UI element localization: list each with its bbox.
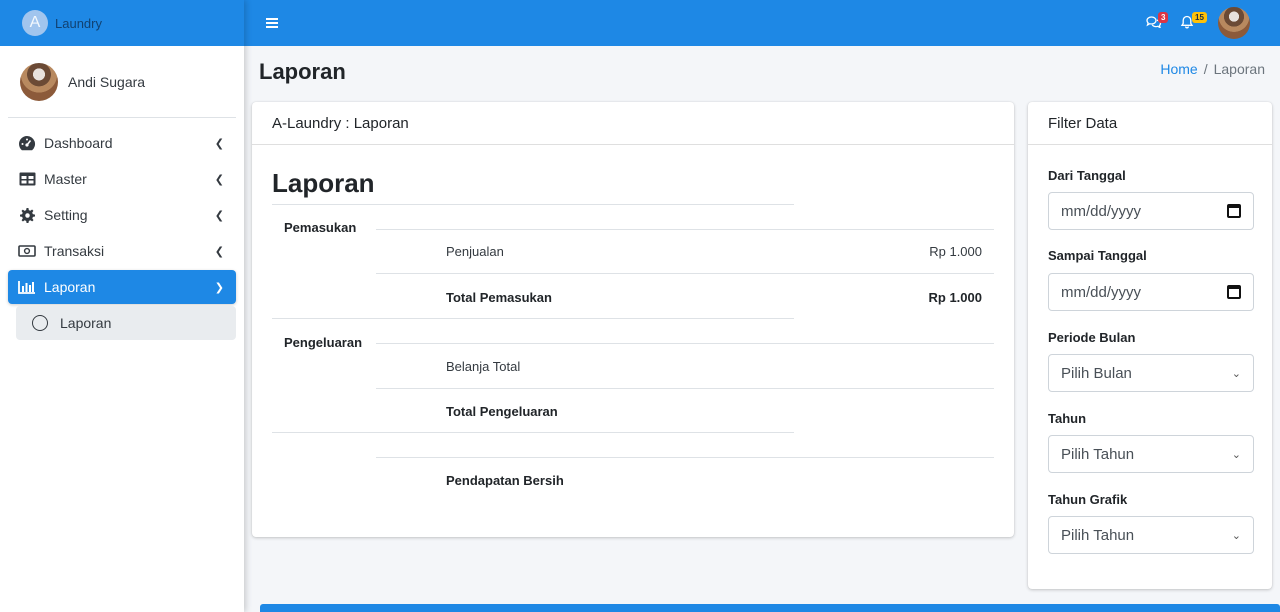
menu-toggle-icon[interactable]	[266, 16, 278, 30]
chevron-left-icon: ❮	[214, 209, 224, 222]
year-select[interactable]: Pilih Tahun ⌄	[1048, 435, 1254, 473]
bottom-card-header	[260, 604, 1280, 612]
page-title: Laporan	[259, 59, 346, 84]
chevron-down-icon: ⌄	[1231, 367, 1241, 380]
divider	[376, 273, 994, 274]
brand-logo: A	[22, 10, 48, 36]
money-bill-icon	[18, 242, 36, 260]
pemasukan-label: Pemasukan	[284, 220, 357, 235]
circle-outline-icon	[32, 315, 48, 331]
sidebar-item-setting[interactable]: Setting ❮	[8, 198, 236, 232]
sidebar-subitem-label: Laporan	[60, 315, 112, 331]
divider	[272, 432, 794, 433]
brand-name: Laundry	[55, 15, 102, 31]
year-label: Tahun	[1048, 411, 1087, 426]
user-panel[interactable]: Andi Sugara	[8, 46, 236, 118]
total-pemasukan-label: Total Pemasukan	[446, 290, 552, 305]
messages-badge: 3	[1158, 12, 1169, 23]
tachometer-icon	[18, 134, 36, 152]
total-pengeluaran-label: Total Pengeluaran	[446, 404, 558, 419]
user-name: Andi Sugara	[68, 73, 146, 90]
breadcrumb-separator: /	[1203, 61, 1208, 77]
sidebar-item-label: Setting	[44, 207, 88, 223]
divider	[376, 343, 994, 344]
sidebar-item-label: Dashboard	[44, 135, 113, 151]
pengeluaran-label: Pengeluaran	[284, 335, 363, 350]
navbar-right: 3 15	[1128, 7, 1280, 39]
sidebar-item-master[interactable]: Master ❮	[8, 162, 236, 196]
month-select-value: Pilih Bulan	[1061, 364, 1132, 382]
report-card: A-Laundry : Laporan Laporan Pemasukan Pe…	[252, 102, 1014, 537]
divider	[376, 457, 994, 458]
chart-year-select[interactable]: Pilih Tahun ⌄	[1048, 516, 1254, 554]
user-avatar	[20, 62, 58, 101]
calendar-icon[interactable]	[1227, 204, 1241, 218]
filter-card: Filter Data Dari Tanggal mm/dd/yyyy Samp…	[1028, 102, 1272, 589]
from-date-input[interactable]: mm/dd/yyyy	[1048, 192, 1254, 230]
belanja-total-label: Belanja Total	[446, 359, 521, 374]
messages-button[interactable]: 3	[1146, 12, 1169, 31]
sidebar: A Laundry Andi Sugara Dashboard ❮ Master…	[0, 0, 244, 612]
chevron-left-icon: ❮	[214, 173, 224, 186]
table-icon	[18, 170, 36, 188]
sidebar-item-laporan[interactable]: Laporan ❯	[8, 270, 236, 304]
total-pemasukan-value: Rp 1.000	[928, 290, 982, 305]
filter-card-header: Filter Data	[1028, 102, 1272, 145]
breadcrumb-current: Laporan	[1213, 61, 1265, 77]
chart-year-select-value: Pilih Tahun	[1061, 526, 1135, 544]
sidebar-nav: Dashboard ❮ Master ❮ Setting ❮ Transaksi…	[0, 118, 244, 348]
year-select-value: Pilih Tahun	[1061, 445, 1135, 463]
notifications-badge: 15	[1192, 11, 1207, 23]
penjualan-value: Rp 1.000	[929, 244, 982, 259]
divider	[272, 318, 794, 319]
divider	[376, 388, 994, 389]
top-navbar: 3 15	[244, 0, 1280, 46]
to-date-input[interactable]: mm/dd/yyyy	[1048, 273, 1254, 311]
to-date-value: mm/dd/yyyy	[1061, 283, 1142, 301]
month-select[interactable]: Pilih Bulan ⌄	[1048, 354, 1254, 392]
navbar-user-avatar[interactable]	[1218, 7, 1250, 39]
sidebar-item-label: Laporan	[44, 279, 96, 295]
divider	[376, 229, 994, 230]
report-title: Laporan	[272, 168, 375, 198]
breadcrumb: Home / Laporan	[1160, 61, 1265, 77]
chevron-down-icon: ⌄	[1231, 448, 1241, 461]
notifications-button[interactable]: 15	[1180, 11, 1207, 32]
sidebar-item-transaksi[interactable]: Transaksi ❮	[8, 234, 236, 268]
chart-bar-icon	[18, 278, 36, 296]
from-date-value: mm/dd/yyyy	[1061, 202, 1142, 220]
chart-year-label: Tahun Grafik	[1048, 492, 1128, 507]
cog-icon	[18, 206, 36, 224]
penjualan-label: Penjualan	[446, 244, 504, 259]
brand-link[interactable]: A Laundry	[0, 0, 244, 46]
from-date-label: Dari Tanggal	[1048, 168, 1126, 183]
sidebar-item-dashboard[interactable]: Dashboard ❮	[8, 126, 236, 160]
chevron-left-icon: ❮	[214, 137, 224, 150]
chevron-left-icon: ❮	[214, 245, 224, 258]
chevron-down-icon: ❯	[214, 281, 224, 294]
to-date-label: Sampai Tanggal	[1048, 248, 1147, 263]
pendapatan-bersih-label: Pendapatan Bersih	[446, 473, 564, 488]
report-card-header: A-Laundry : Laporan	[252, 102, 1014, 145]
sidebar-item-label: Master	[44, 171, 87, 187]
divider	[272, 204, 794, 205]
breadcrumb-home-link[interactable]: Home	[1160, 61, 1197, 77]
chevron-down-icon: ⌄	[1231, 529, 1241, 542]
sidebar-item-label: Transaksi	[44, 243, 105, 259]
calendar-icon[interactable]	[1227, 285, 1241, 299]
sidebar-subitem-laporan[interactable]: Laporan	[16, 306, 236, 340]
month-period-label: Periode Bulan	[1048, 330, 1136, 345]
content-wrapper: Laporan Home / Laporan A-Laundry : Laporan…	[244, 46, 1280, 612]
